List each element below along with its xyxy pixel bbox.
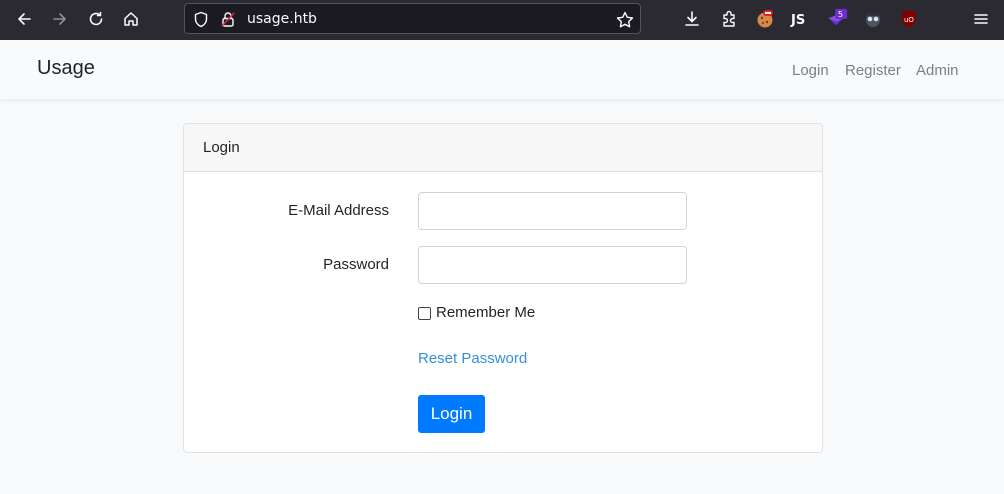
site-navbar: Usage Login Register Admin <box>0 40 1004 100</box>
lock-icon[interactable] <box>220 11 236 32</box>
home-icon[interactable] <box>119 8 143 30</box>
nav-link-login[interactable]: Login <box>792 62 829 79</box>
login-card: Login E-Mail Address Password Remember M… <box>183 123 823 453</box>
spy-extension-icon[interactable] <box>862 8 884 30</box>
cookie-extension-icon[interactable] <box>754 8 776 30</box>
browser-toolbar: usage.htb JS 5 uO <box>0 0 1004 40</box>
url-bar[interactable]: usage.htb <box>184 3 641 34</box>
reload-icon[interactable] <box>84 8 108 30</box>
menu-icon[interactable] <box>970 8 992 30</box>
js-extension-icon[interactable]: JS <box>790 8 812 30</box>
bookmark-star-icon[interactable] <box>616 11 634 32</box>
svg-text:JS: JS <box>790 13 805 28</box>
password-label: Password <box>323 256 389 273</box>
back-icon[interactable] <box>12 8 36 30</box>
remember-me-row: Remember Me <box>418 304 535 321</box>
card-title: Login <box>203 139 240 156</box>
nav-link-register[interactable]: Register <box>845 62 901 79</box>
remember-me-checkbox[interactable] <box>418 307 431 320</box>
hackbar-extension-icon[interactable]: 5 <box>826 8 848 30</box>
password-field[interactable] <box>418 246 687 284</box>
login-button[interactable]: Login <box>418 395 485 433</box>
card-header: Login <box>184 124 822 172</box>
email-label: E-Mail Address <box>288 202 389 219</box>
download-icon[interactable] <box>681 8 703 30</box>
url-text[interactable]: usage.htb <box>247 11 317 27</box>
reset-password-link[interactable]: Reset Password <box>418 350 527 367</box>
svg-text:uO: uO <box>904 16 914 24</box>
ublock-extension-icon[interactable]: uO <box>898 8 920 30</box>
forward-icon[interactable] <box>48 8 72 30</box>
nav-link-admin[interactable]: Admin <box>916 62 959 79</box>
extensions-icon[interactable] <box>718 8 740 30</box>
site-brand[interactable]: Usage <box>37 57 95 80</box>
extension-badge: 5 <box>838 9 843 19</box>
shield-icon[interactable] <box>193 11 209 32</box>
remember-me-label[interactable]: Remember Me <box>436 304 535 321</box>
email-field[interactable] <box>418 192 687 230</box>
